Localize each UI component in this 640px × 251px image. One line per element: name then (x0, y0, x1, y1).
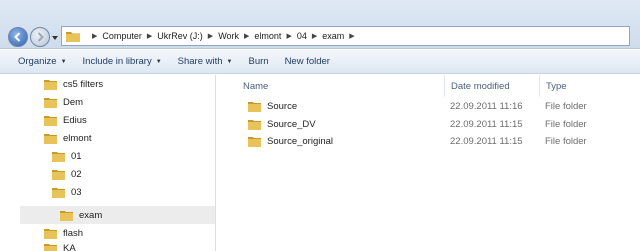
tree-item[interactable]: KA (44, 239, 76, 251)
include-in-library-button[interactable]: Include in library ▼ (75, 56, 170, 67)
folder-icon (44, 133, 57, 144)
tree-item-label: 02 (71, 168, 82, 180)
tree-item-label: flash (63, 227, 84, 239)
chevron-right-icon[interactable]: ▶ (147, 32, 152, 40)
chevron-right-icon[interactable]: ▶ (312, 32, 317, 40)
forward-button[interactable] (30, 27, 50, 47)
file-name: Source (267, 101, 298, 112)
chevron-right-icon[interactable]: ▶ (286, 32, 291, 40)
tree-item[interactable]: 01 (52, 147, 82, 165)
chevron-right-icon[interactable]: ▶ (92, 32, 97, 40)
back-button[interactable] (8, 27, 28, 47)
tree-item-label: Dem (63, 96, 84, 108)
burn-label: Burn (248, 56, 269, 67)
file-row[interactable]: Source_DV 22.09.2011 11:15 File folder (217, 116, 640, 133)
folder-icon (248, 102, 261, 112)
tree-item[interactable]: elmont (44, 129, 92, 147)
include-in-library-label: Include in library (82, 56, 152, 67)
column-header-type[interactable]: Type (540, 75, 640, 97)
breadcrumb-computer[interactable]: Computer (102, 31, 142, 41)
column-header-name[interactable]: Name (237, 75, 445, 97)
folder-icon (248, 137, 261, 147)
tree-item-label: Edius (63, 114, 87, 126)
forward-arrow-icon (37, 32, 44, 42)
share-with-label: Share with (177, 56, 223, 67)
chevron-right-icon[interactable]: ▶ (244, 32, 249, 40)
breadcrumb-elmont[interactable]: elmont (254, 31, 281, 41)
folder-icon (44, 243, 57, 251)
tree-item[interactable]: 03 (52, 183, 82, 201)
file-date: 22.09.2011 11:15 (450, 136, 523, 147)
file-name-cell: Source (248, 98, 297, 115)
new-folder-label: New folder (284, 56, 330, 67)
column-header-label: Name (243, 80, 269, 92)
share-with-button[interactable]: Share with ▼ (170, 56, 241, 67)
explorer-top-bar: ▶ Computer ▶ UkrRev (J:) ▶ Work ▶ elmont… (0, 0, 640, 49)
breadcrumb-exam[interactable]: exam (322, 31, 344, 41)
command-bar: Organize ▼ Include in library ▼ Share wi… (0, 50, 640, 74)
file-name-cell: Source_original (248, 133, 333, 150)
back-arrow-icon (14, 32, 21, 42)
address-bar[interactable]: ▶ Computer ▶ UkrRev (J:) ▶ Work ▶ elmont… (61, 26, 630, 46)
folder-icon (52, 151, 65, 162)
dropdown-caret-icon: ▼ (155, 58, 162, 65)
breadcrumb-work[interactable]: Work (218, 31, 239, 41)
folder-icon (44, 79, 57, 90)
file-date: 22.09.2011 11:15 (450, 119, 523, 130)
navigation-pane[interactable]: cs5 filters Dem Edius elmont 01 02 03 04… (0, 75, 216, 251)
folder-icon (60, 210, 73, 221)
folder-icon (52, 187, 65, 198)
file-type: File folder (545, 136, 587, 147)
chevron-right-icon[interactable]: ▶ (349, 32, 354, 40)
tree-item[interactable]: Dem (44, 93, 83, 111)
file-date: 22.09.2011 11:16 (450, 101, 523, 112)
burn-button[interactable]: Burn (240, 56, 276, 67)
file-type: File folder (545, 101, 587, 112)
folder-icon (44, 97, 57, 108)
tree-item-label: exam (79, 209, 103, 221)
column-headers: Name Date modified Type (217, 75, 640, 97)
dropdown-caret-icon: ▼ (60, 58, 67, 65)
organize-button[interactable]: Organize ▼ (10, 56, 75, 67)
column-header-label: Type (546, 80, 567, 92)
tree-item[interactable]: cs5 filters (44, 75, 103, 93)
folder-icon (248, 120, 261, 130)
tree-item-label: cs5 filters (63, 78, 104, 90)
tree-item-selected[interactable]: exam (20, 206, 215, 224)
chevron-right-icon[interactable]: ▶ (208, 32, 213, 40)
file-list-pane[interactable]: Name Date modified Type Source 22.09.201… (217, 75, 640, 251)
breadcrumb-drive[interactable]: UkrRev (J:) (157, 31, 203, 41)
new-folder-button[interactable]: New folder (277, 56, 338, 67)
folder-icon (44, 115, 57, 126)
file-type: File folder (545, 119, 587, 130)
file-row[interactable]: Source 22.09.2011 11:16 File folder (217, 98, 640, 115)
file-name: Source_original (267, 136, 334, 147)
recent-pages-dropdown-icon[interactable] (51, 34, 59, 42)
organize-label: Organize (18, 56, 57, 67)
dropdown-caret-icon: ▼ (226, 58, 233, 65)
file-name: Source_DV (267, 119, 316, 130)
folder-icon (66, 32, 80, 42)
tree-item-label: KA (63, 242, 76, 251)
tree-item-label: 01 (71, 150, 82, 162)
folder-icon (52, 169, 65, 180)
file-name-cell: Source_DV (248, 116, 316, 133)
folder-icon (44, 228, 57, 239)
breadcrumb-04[interactable]: 04 (297, 31, 307, 41)
tree-item[interactable]: Edius (44, 111, 87, 129)
tree-item-label: elmont (63, 132, 92, 144)
tree-item-label: 03 (71, 186, 82, 198)
file-row[interactable]: Source_original 22.09.2011 11:15 File fo… (217, 133, 640, 150)
tree-item[interactable]: 02 (52, 165, 82, 183)
column-header-date-modified[interactable]: Date modified (445, 75, 540, 97)
column-header-label: Date modified (451, 80, 510, 92)
